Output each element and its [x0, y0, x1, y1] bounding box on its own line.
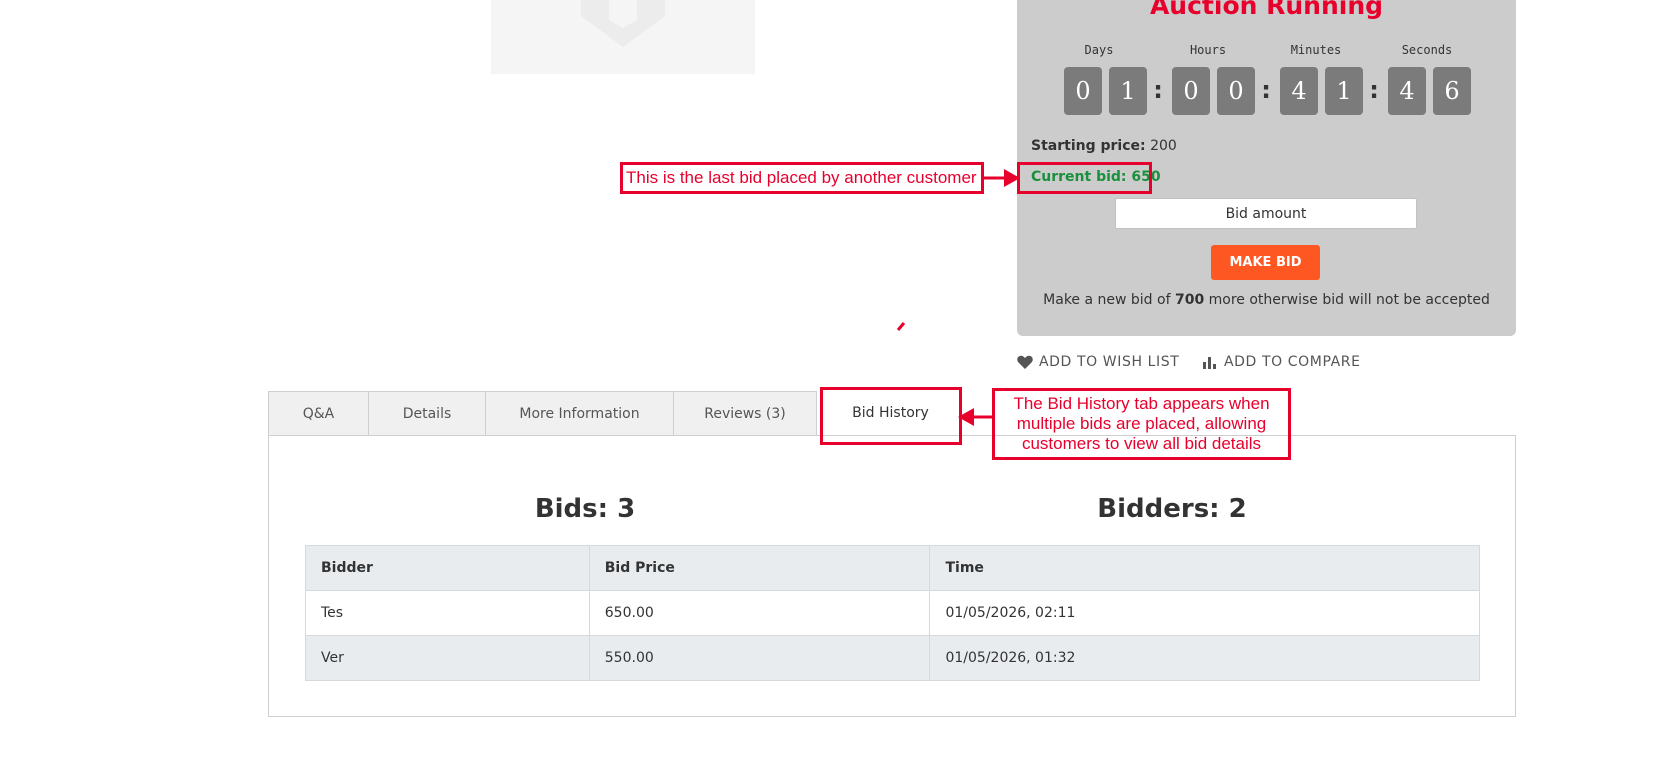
bidder-cell: Ver: [305, 635, 590, 681]
starting-price-value: 200: [1150, 138, 1177, 154]
starting-price-label: Starting price:: [1031, 138, 1146, 154]
bid-note-suffix: more otherwise bid will not be accepted: [1208, 292, 1490, 308]
countdown-digit: 0: [1172, 67, 1210, 115]
bar-chart-icon: [1203, 357, 1216, 369]
annotation-last-bid-text: This is the last bid placed by another c…: [626, 168, 977, 187]
bid-note-amount: 700: [1174, 292, 1205, 308]
auction-status-title: Auction Running: [1149, 0, 1384, 20]
table-header-row: Bidder Bid Price Time: [305, 545, 1480, 591]
countdown-label-days: Days: [1084, 43, 1114, 57]
heart-icon: [1017, 355, 1033, 369]
countdown-digit: 4: [1280, 67, 1318, 115]
tab-label: Q&A: [302, 405, 335, 422]
annotation-mark: [896, 322, 906, 331]
bid-requirement-note: Make a new bid of 700 more otherwise bid…: [1017, 292, 1516, 308]
compare-label: ADD TO COMPARE: [1224, 354, 1361, 370]
bid-history-table: Bidder Bid Price Time Tes 650.00 01/05/2…: [305, 545, 1480, 681]
tab-more-information[interactable]: More Information: [485, 391, 674, 435]
product-placeholder-icon: [581, 0, 665, 47]
countdown-digit: 4: [1388, 67, 1426, 115]
annotation-bid-history-text: The Bid History tab appears when multipl…: [1013, 394, 1270, 453]
countdown-separator: :: [1261, 76, 1271, 104]
tab-details[interactable]: Details: [368, 391, 486, 435]
countdown-separator: :: [1153, 76, 1163, 104]
add-to-wish-list-link[interactable]: ADD TO WISH LIST: [1017, 352, 1179, 372]
time-cell: 01/05/2026, 02:11: [929, 590, 1480, 636]
tab-label: More Information: [519, 405, 640, 422]
arrow-left-icon: [958, 408, 994, 426]
wish-list-label: ADD TO WISH LIST: [1039, 354, 1180, 370]
countdown-separator: :: [1369, 76, 1379, 104]
countdown-label-hours: Hours: [1189, 43, 1227, 57]
tab-reviews[interactable]: Reviews (3): [673, 391, 817, 435]
make-bid-button[interactable]: MAKE BID: [1211, 245, 1320, 280]
table-row: Tes 650.00 01/05/2026, 02:11: [305, 590, 1480, 636]
starting-price: Starting price: 200: [1031, 138, 1177, 154]
countdown-digit: 0: [1217, 67, 1255, 115]
time-cell: 01/05/2026, 01:32: [929, 635, 1480, 681]
table-row: Ver 550.00 01/05/2026, 01:32: [305, 635, 1480, 681]
countdown-label-seconds: Seconds: [1401, 43, 1453, 57]
countdown-digit: 1: [1325, 67, 1363, 115]
tab-qa[interactable]: Q&A: [268, 391, 369, 435]
bids-count: Bids: 3: [534, 494, 636, 524]
column-header-bid-price: Bid Price: [588, 545, 931, 591]
countdown-digit: 1: [1109, 67, 1147, 115]
countdown-digit: 0: [1064, 67, 1102, 115]
tab-label: Reviews (3): [704, 405, 786, 422]
bid-price-cell: 550.00: [588, 635, 931, 681]
bid-note-prefix: Make a new bid of: [1043, 292, 1171, 308]
countdown-label-minutes: Minutes: [1290, 43, 1342, 57]
arrow-right-icon: [982, 169, 1020, 187]
product-image-placeholder: [491, 0, 755, 74]
column-header-bidder: Bidder: [305, 545, 590, 591]
annotation-bid-history-box: The Bid History tab appears when multipl…: [992, 388, 1291, 460]
bidders-count: Bidders: 2: [1097, 494, 1247, 524]
bid-amount-input[interactable]: [1115, 198, 1417, 229]
countdown-digit: 6: [1433, 67, 1471, 115]
annotation-last-bid-box: This is the last bid placed by another c…: [620, 162, 984, 194]
bidder-cell: Tes: [305, 590, 590, 636]
tab-label: Details: [402, 405, 452, 422]
column-header-time: Time: [929, 545, 1480, 591]
bid-price-cell: 650.00: [588, 590, 931, 636]
annotation-current-bid-box: [1017, 162, 1152, 194]
add-to-compare-link[interactable]: ADD TO COMPARE: [1202, 352, 1361, 372]
annotation-bid-history-tab-box: [820, 387, 962, 445]
